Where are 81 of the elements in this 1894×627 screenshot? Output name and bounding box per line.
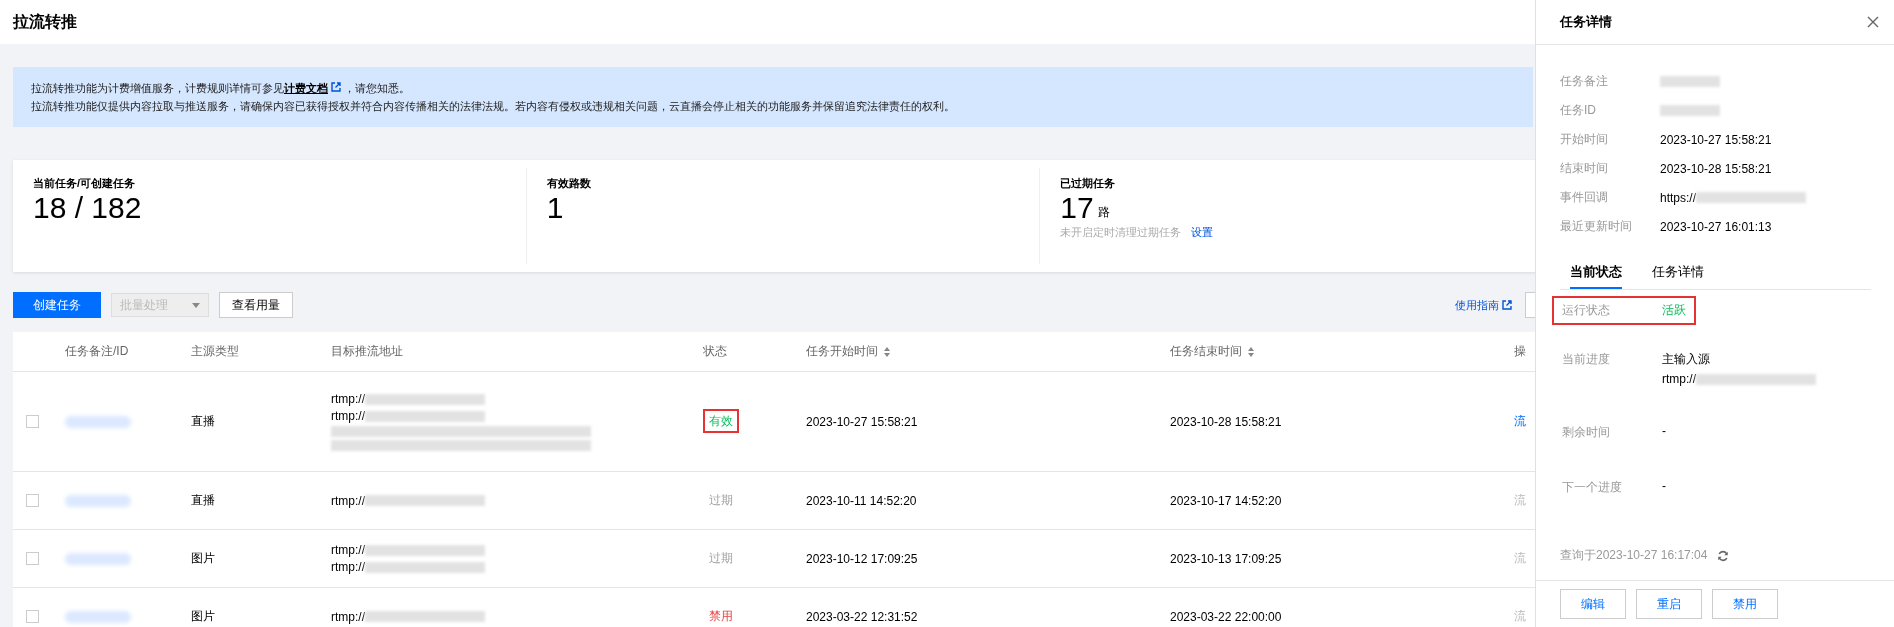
table-cell: 2023-10-27 15:58:21 (806, 414, 918, 429)
field-value: rtmp:// (1662, 372, 1696, 386)
usage-button[interactable]: 查看用量 (219, 292, 293, 318)
stat-value: 17 (1060, 191, 1094, 225)
column-header: 操 (1514, 343, 1526, 360)
table-cell: 2023-10-13 17:09:25 (1170, 551, 1282, 566)
tab[interactable]: 当前状态 (1570, 257, 1622, 289)
notice-text: 拉流转推功能仅提供内容拉取与推送服务，请确保内容已获得授权并符合内容传播相关的法律法规。若内容有侵权或违规相关问题，云直播会停止相关的功能服务并保留追究法律责任的权利。 (31, 99, 956, 114)
row-checkbox[interactable] (26, 610, 39, 623)
column-header: 目标推流地址 (331, 343, 403, 360)
panel-button[interactable]: 重启 (1636, 589, 1702, 619)
field-label: 最近更新时间 (1560, 218, 1633, 235)
table-cell: rtmp:// (331, 543, 365, 557)
table-cell: rtmp:// (331, 560, 365, 574)
status-text: 过期 (708, 550, 734, 567)
notice-text: 拉流转推功能为计费增值服务，计费规则详情可参见计费文档 ，请您知悉。 (31, 81, 411, 96)
column-header: 状态 (703, 343, 727, 360)
status-text: 禁用 (708, 608, 734, 625)
status-text: 过期 (708, 492, 734, 509)
field-value: - (1662, 424, 1666, 438)
field-label: 任务ID (1560, 102, 1597, 119)
create-task-button[interactable]: 创建任务 (13, 292, 101, 318)
field-value: 主输入源 (1662, 351, 1711, 368)
external-link-icon (1502, 300, 1512, 310)
column-header: 主源类型 (191, 343, 239, 360)
table-cell: 图片 (191, 551, 215, 565)
row-action-link[interactable]: 流 (1514, 414, 1526, 428)
table-cell: rtmp:// (331, 409, 365, 423)
table-cell: rtmp:// (331, 392, 365, 406)
status-text: 有效 (703, 409, 739, 433)
field-label: 结束时间 (1560, 160, 1609, 177)
column-header: 任务备注/ID (65, 343, 129, 360)
field-label: 事件回调 (1560, 189, 1609, 206)
field-value: 活跃 (1662, 302, 1686, 319)
refresh-icon[interactable] (1717, 549, 1730, 562)
external-link-icon (331, 82, 341, 92)
row-checkbox[interactable] (26, 415, 39, 428)
table-cell: 2023-03-22 22:00:00 (1170, 609, 1282, 624)
table-cell: 2023-10-12 17:09:25 (806, 551, 918, 566)
stat-value: 1 (546, 191, 564, 225)
field-label: 当前进度 (1562, 351, 1611, 368)
close-icon[interactable] (1867, 16, 1879, 28)
guide-link[interactable]: 使用指南 (1455, 297, 1515, 313)
panel-button[interactable]: 禁用 (1712, 589, 1778, 619)
stat-label: 当前任务/可创建任务 (33, 176, 137, 191)
row-checkbox[interactable] (26, 552, 39, 565)
table-cell: 直播 (191, 493, 215, 507)
panel-button[interactable]: 编辑 (1560, 589, 1626, 619)
table-cell: 图片 (191, 609, 215, 623)
stat-value: 18 / 182 (33, 191, 142, 225)
stat-note: 未开启定时清理过期任务 (1060, 225, 1182, 240)
table-cell: rtmp:// (331, 609, 365, 624)
row-checkbox[interactable] (26, 494, 39, 507)
field-value: 2023-10-27 15:58:21 (1660, 132, 1772, 147)
field-value: https:// (1660, 190, 1697, 205)
query-time: 查询于2023-10-27 16:17:04 (1560, 547, 1708, 564)
table-cell: 2023-10-28 15:58:21 (1170, 414, 1282, 429)
field-value: 2023-10-28 15:58:21 (1660, 161, 1772, 176)
caret-icon (192, 302, 200, 308)
stat-label: 有效路数 (546, 176, 592, 191)
settings-link[interactable]: 设置 (1191, 225, 1214, 240)
table-cell: 2023-10-11 14:52:20 (806, 493, 917, 508)
tab[interactable]: 任务详情 (1652, 257, 1704, 289)
field-label: 开始时间 (1560, 131, 1609, 148)
column-header[interactable]: 任务开始时间 (806, 343, 890, 360)
panel-title: 任务详情 (1560, 13, 1612, 31)
field-value: - (1662, 479, 1666, 493)
table-cell: 2023-10-17 14:52:20 (1170, 493, 1282, 508)
field-value: 2023-10-27 16:01:13 (1660, 219, 1772, 234)
field-label: 任务备注 (1560, 73, 1609, 90)
column-header[interactable]: 任务结束时间 (1170, 343, 1254, 360)
table-cell: rtmp:// (331, 493, 365, 508)
field-label: 下一个进度 (1562, 479, 1623, 496)
page-title: 拉流转推 (13, 11, 77, 32)
field-label: 剩余时间 (1562, 424, 1611, 441)
stat-unit: 路 (1097, 204, 1110, 221)
table-cell: 直播 (191, 414, 215, 428)
field-label: 运行状态 (1562, 302, 1611, 319)
table-cell: 2023-03-22 12:31:52 (806, 609, 918, 624)
billing-doc-link[interactable]: 计费文档 (284, 82, 344, 94)
stat-label: 已过期任务 (1060, 176, 1117, 191)
